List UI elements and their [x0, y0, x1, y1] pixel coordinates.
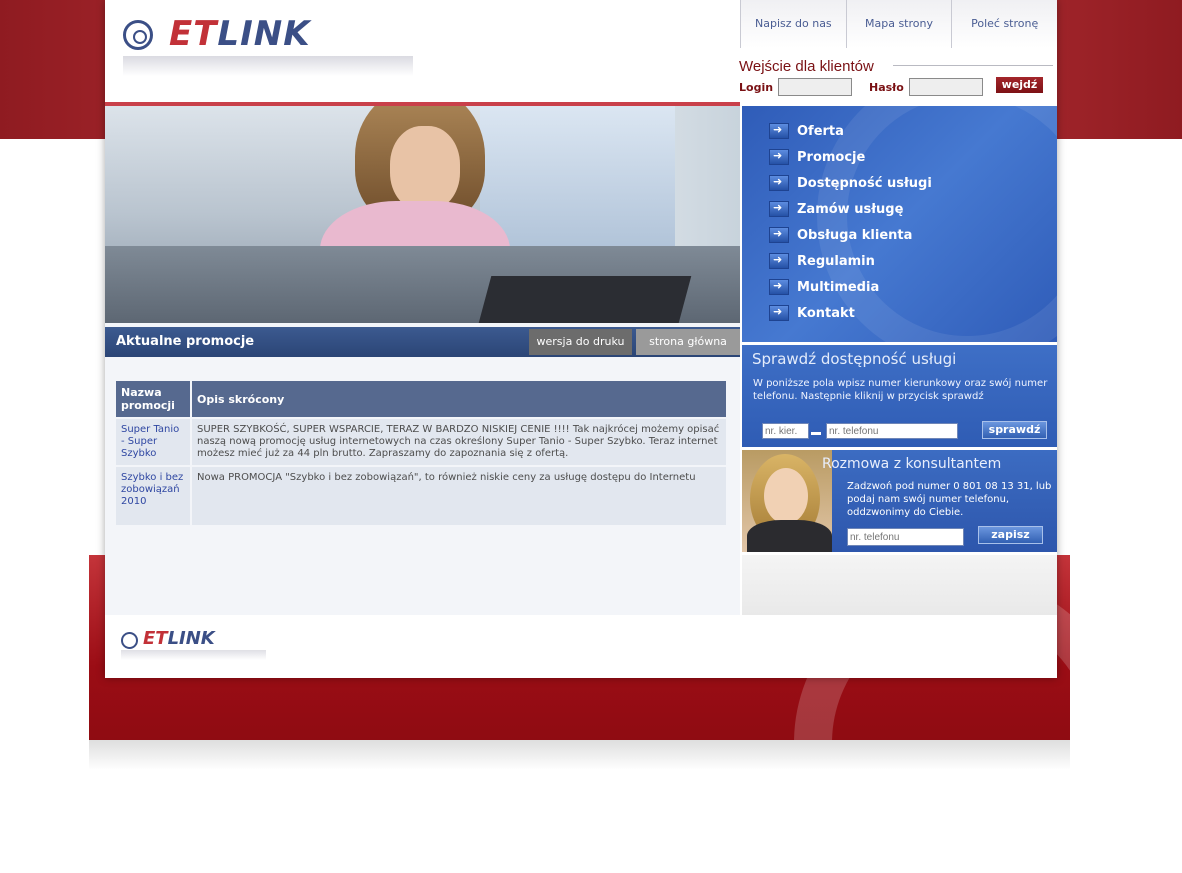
area-code-input[interactable]	[762, 423, 809, 439]
consultant-body	[747, 520, 832, 552]
login-label: Login	[739, 81, 774, 94]
arrow-right-icon	[769, 201, 789, 217]
hero-woman-face	[390, 126, 460, 211]
nav-item-obsluga[interactable]: Obsługa klienta	[769, 225, 912, 245]
bottom-fade	[89, 740, 1070, 770]
footer-logo-part1: ET	[143, 628, 168, 649]
column-header-description: Opis skrócony	[192, 381, 728, 417]
availability-description: W poniższe pola wpisz numer kierunkowy o…	[753, 378, 1048, 402]
nav-item-zamow[interactable]: Zamów usługę	[769, 199, 903, 219]
footer-logo-swirl-icon	[121, 632, 138, 649]
dash-separator	[811, 432, 821, 435]
footer-logo-reflection	[121, 650, 266, 660]
logo-text: ETLINK	[169, 14, 311, 54]
check-button[interactable]: sprawdź	[982, 421, 1047, 439]
top-links: Napisz do nas Mapa strony Poleć stronę	[740, 0, 1058, 48]
nav-item-oferta[interactable]: Oferta	[769, 121, 844, 141]
right-column-filler	[742, 555, 1057, 615]
login-button[interactable]: wejdź	[996, 77, 1043, 93]
login-input[interactable]	[778, 78, 852, 96]
table-header-row: Nazwa promocji Opis skrócony	[116, 381, 728, 417]
availability-title: Sprawdź dostępność usługi	[752, 350, 957, 368]
callback-submit-button[interactable]: zapisz	[978, 526, 1043, 544]
footer-logo-part2: LINK	[167, 628, 215, 649]
nav-item-label: Zamów usługę	[797, 201, 904, 217]
promotion-description: SUPER SZYBKOŚĆ, SUPER WSPARCIE, TERAZ W …	[192, 419, 728, 465]
logo-swirl-icon	[123, 20, 153, 50]
arrow-right-icon	[769, 253, 789, 269]
arrow-right-icon	[769, 149, 789, 165]
promotions-table: Nazwa promocji Opis skrócony Super Tanio…	[116, 379, 728, 527]
arrow-right-icon	[769, 305, 789, 321]
hero-image	[105, 106, 740, 323]
top-link-contact[interactable]: Napisz do nas	[740, 0, 846, 48]
nav-item-label: Oferta	[797, 123, 844, 139]
section-title-bar: Aktualne promocje wersja do druku strona…	[105, 327, 740, 357]
site-logo[interactable]: ETLINK	[123, 14, 413, 78]
login-divider	[893, 65, 1053, 66]
password-input[interactable]	[909, 78, 983, 96]
promotion-name-link[interactable]: Szybko i bez zobowiązań 2010	[116, 467, 192, 525]
nav-item-label: Kontakt	[797, 305, 855, 321]
home-button[interactable]: strona główna	[636, 329, 740, 355]
top-link-sitemap[interactable]: Mapa strony	[845, 0, 952, 48]
nav-item-multimedia[interactable]: Multimedia	[769, 277, 879, 297]
logo-text-part1: ET	[169, 14, 218, 54]
nav-item-label: Multimedia	[797, 279, 880, 295]
footer-logo-text: ETLINK	[143, 628, 215, 649]
phone-number-input[interactable]	[826, 423, 958, 439]
nav-item-label: Dostępność usługi	[797, 175, 932, 191]
arrow-right-icon	[769, 279, 789, 295]
consultant-face	[764, 468, 808, 524]
page-container: ETLINK Napisz do nas Mapa strony Poleć s…	[105, 0, 1058, 678]
nav-item-label: Regulamin	[797, 253, 875, 269]
nav-item-promocje[interactable]: Promocje	[769, 147, 865, 167]
arrow-right-icon	[769, 227, 789, 243]
arrow-right-icon	[769, 123, 789, 139]
login-title: Wejście dla klientów	[739, 58, 874, 75]
nav-item-label: Promocje	[797, 149, 866, 165]
page-title: Aktualne promocje	[116, 334, 255, 349]
password-label: Hasło	[869, 81, 904, 94]
column-header-name: Nazwa promocji	[116, 381, 192, 417]
arrow-right-icon	[769, 175, 789, 191]
nav-item-regulamin[interactable]: Regulamin	[769, 251, 875, 271]
hero-laptop	[478, 276, 692, 323]
consultant-box: Rozmowa z konsultantem Zadzwoń pod numer…	[742, 450, 1057, 552]
nav-item-label: Obsługa klienta	[797, 227, 913, 243]
nav-item-kontakt[interactable]: Kontakt	[769, 303, 855, 323]
table-row: Super Tanio - Super Szybko SUPER SZYBKOŚ…	[116, 419, 728, 465]
logo-text-part2: LINK	[217, 14, 311, 54]
consultant-title: Rozmowa z konsultantem	[822, 456, 1002, 472]
promotion-name-link[interactable]: Super Tanio - Super Szybko	[116, 419, 192, 465]
print-version-button[interactable]: wersja do druku	[529, 329, 632, 355]
nav-item-dostepnosc[interactable]: Dostępność usługi	[769, 173, 932, 193]
consultant-photo	[742, 450, 832, 552]
footer-logo[interactable]: ETLINK	[121, 628, 271, 660]
consultant-description: Zadzwoń pod numer 0 801 08 13 31, lub po…	[847, 481, 1052, 518]
top-link-recommend[interactable]: Poleć stronę	[951, 0, 1058, 48]
main-navigation: Oferta Promocje Dostępność usługi Zamów …	[742, 106, 1057, 342]
table-row: Szybko i bez zobowiązań 2010 Nowa PROMOC…	[116, 467, 728, 525]
logo-reflection	[123, 56, 413, 76]
callback-phone-input[interactable]	[847, 528, 964, 546]
availability-check-box: Sprawdź dostępność usługi W poniższe pol…	[742, 345, 1057, 447]
promotion-description: Nowa PROMOCJA "Szybko i bez zobowiązań",…	[192, 467, 728, 525]
